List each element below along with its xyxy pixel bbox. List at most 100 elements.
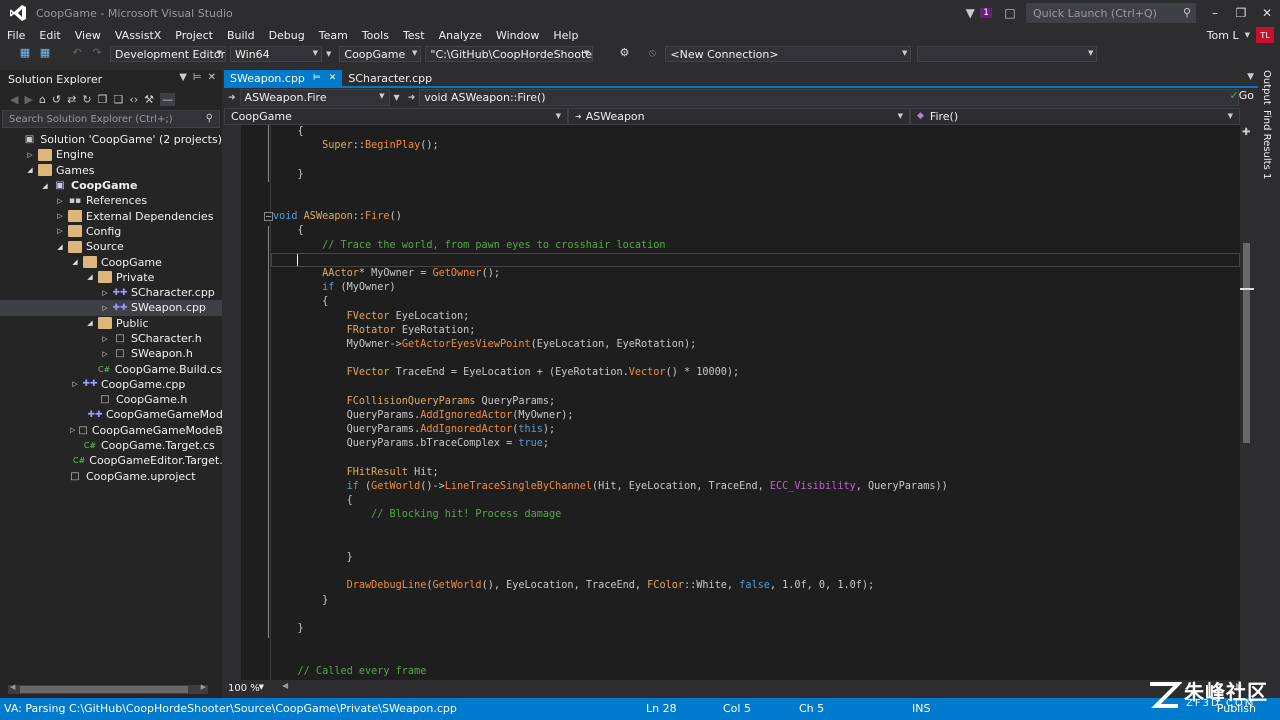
close-icon[interactable]: ✕ <box>208 72 216 83</box>
tree-item[interactable]: ▷ ▪▪ References <box>0 193 222 208</box>
code-editor[interactable]: { Super::BeginPlay(); } void ASWeapon::Fi… <box>224 125 1240 680</box>
collapse-arrow-icon[interactable]: ◢ <box>85 273 95 281</box>
va-definition-dropdown[interactable]: void ASWeapon::Fire() <box>419 89 1240 106</box>
tree-item[interactable]: ▷ □ CoopGameGameModeBa <box>0 423 222 438</box>
tree-item[interactable]: □ CoopGame.uproject <box>0 469 222 484</box>
collapse-arrow-icon[interactable]: ◢ <box>85 319 95 327</box>
collapse-arrow-icon[interactable]: ◢ <box>70 258 80 266</box>
va-go-button[interactable]: ✓Go <box>1230 89 1254 102</box>
tree-item[interactable]: ◢ Public <box>0 316 222 331</box>
minimize-button[interactable]: – <box>1202 6 1228 20</box>
gear-icon[interactable]: ⚙ <box>615 46 633 62</box>
pin-icon[interactable]: ⊨ <box>313 73 321 83</box>
menu-test[interactable]: Test <box>396 29 432 42</box>
collapse-arrow-icon[interactable]: ◢ <box>55 243 65 251</box>
toolbar-overflow-icon[interactable]: ▼ <box>326 50 331 58</box>
tree-item[interactable]: C# CoopGame.Build.cs <box>0 361 222 376</box>
horizontal-scrollbar[interactable]: ◀ ▶ <box>8 683 208 694</box>
tree-item[interactable]: ✚✚CoopGameGameModeBa <box>0 407 222 422</box>
refresh-icon[interactable]: ↻ <box>82 93 91 106</box>
tab-find-results[interactable]: Find Results 1 <box>1261 110 1272 179</box>
view-code-icon[interactable]: ‹› <box>129 93 138 106</box>
tab-output[interactable]: Output <box>1261 70 1272 105</box>
expand-arrow-icon[interactable]: ▷ <box>55 212 65 220</box>
expand-arrow-icon[interactable]: ▷ <box>55 197 65 205</box>
command-arguments-dropdown[interactable]: "C:\GitHub\CoopHordeShooter\Co ▼ <box>425 46 594 62</box>
user-name[interactable]: Tom L <box>1207 29 1239 42</box>
nav-project-dropdown[interactable]: CoopGame ▼ <box>224 107 568 125</box>
save-all-icon[interactable]: ▦ <box>36 46 54 62</box>
undo-icon[interactable]: ↶ <box>68 46 86 62</box>
pin-icon[interactable]: ⊨ <box>193 72 202 83</box>
tree-item[interactable]: ◢ ▣ CoopGame <box>0 178 222 193</box>
scroll-right-icon[interactable]: ▶ <box>201 683 206 691</box>
startup-project-dropdown[interactable]: CoopGame ▼ <box>339 46 422 62</box>
expand-arrow-icon[interactable]: ▷ <box>100 350 110 358</box>
chevron-down-icon[interactable]: ▼ <box>1247 72 1254 82</box>
menu-tools[interactable]: Tools <box>355 29 396 42</box>
tree-item[interactable]: C# CoopGame.Target.cs <box>0 438 222 453</box>
solution-explorer-search-input[interactable]: Search Solution Explorer (Ctrl+;) ⚲ <box>2 110 220 128</box>
expand-arrow-icon[interactable]: ▷ <box>100 289 110 297</box>
tab-sweapon-cpp[interactable]: SWeapon.cpp ⊨ ✕ <box>224 70 343 86</box>
disconnect-icon[interactable]: ⦸ <box>643 46 661 62</box>
tree-item[interactable]: ▷ ✚✚ SCharacter.cpp <box>0 285 222 300</box>
expand-arrow-icon[interactable]: ▷ <box>100 304 110 312</box>
tree-item[interactable]: ▷ Config <box>0 224 222 239</box>
split-window-icon[interactable]: ✚ <box>1242 127 1250 138</box>
tree-item[interactable]: ▷ □ SCharacter.h <box>0 331 222 346</box>
tree-item[interactable]: ▷ ✚✚ CoopGame.cpp <box>0 377 222 392</box>
tree-item[interactable]: ▷ ✚✚ SWeapon.cpp <box>0 300 222 316</box>
menu-view[interactable]: View <box>68 29 108 42</box>
chevron-down-icon[interactable]: ▼ <box>394 93 400 102</box>
expand-arrow-icon[interactable]: ▷ <box>70 426 75 434</box>
menu-debug[interactable]: Debug <box>262 29 312 42</box>
collapse-arrow-icon[interactable]: ◢ <box>40 182 50 190</box>
connection-dropdown[interactable]: <New Connection> ▼ <box>665 46 912 62</box>
forward-icon[interactable]: ▶ <box>24 93 32 106</box>
tree-item[interactable]: ◢ Games <box>0 163 222 178</box>
collapse-region-icon[interactable]: − <box>264 212 273 222</box>
menu-team[interactable]: Team <box>312 29 355 42</box>
back-icon[interactable]: ◀ <box>10 93 18 106</box>
indicator-margin[interactable] <box>224 125 241 680</box>
scroll-left-icon[interactable]: ◀ <box>282 681 288 690</box>
nav-member-dropdown[interactable]: ◆ Fire() ▼ <box>910 107 1240 125</box>
scroll-left-icon[interactable]: ◀ <box>10 683 15 691</box>
feedback-filter-icon[interactable]: ▼ <box>960 6 980 20</box>
collapse-all-icon[interactable]: ❐ <box>98 93 108 106</box>
scrollbar-thumb[interactable] <box>1243 243 1250 443</box>
history-icon[interactable]: ↺ <box>52 93 61 106</box>
solution-platform-dropdown[interactable]: Win64 ▼ <box>230 46 322 62</box>
properties-icon[interactable]: ⚒ <box>144 93 154 106</box>
tree-item[interactable]: ◢ Private <box>0 270 222 285</box>
avatar[interactable]: TL <box>1256 27 1274 43</box>
search-icon[interactable]: ⚲ <box>1183 6 1191 19</box>
chevron-down-icon[interactable]: ▼ <box>179 72 187 83</box>
tree-item[interactable]: ▷ External Dependencies <box>0 208 222 223</box>
tree-item[interactable]: ◢ CoopGame <box>0 254 222 269</box>
menu-vassistx[interactable]: VAssistX <box>108 29 168 42</box>
menu-file[interactable]: File <box>0 29 32 42</box>
redo-icon[interactable]: ↷ <box>88 46 106 62</box>
menu-edit[interactable]: Edit <box>32 29 67 42</box>
tree-item[interactable]: ◢ Source <box>0 239 222 254</box>
tree-item[interactable]: □ CoopGame.h <box>0 392 222 407</box>
tree-item[interactable]: ▣ Solution 'CoopGame' (2 projects) <box>0 132 222 147</box>
collapse-arrow-icon[interactable]: ◢ <box>25 166 35 174</box>
close-button[interactable]: ✕ <box>1254 6 1280 20</box>
tab-scharacter-cpp[interactable]: SCharacter.cpp <box>342 70 438 86</box>
menu-project[interactable]: Project <box>168 29 220 42</box>
tree-item[interactable]: C# CoopGameEditor.Target.cs <box>0 453 222 468</box>
solution-configuration-dropdown[interactable]: Development Editor ▼ <box>110 46 226 62</box>
save-icon[interactable]: ▦ <box>16 46 34 62</box>
chevron-down-icon[interactable]: ▼ <box>1245 31 1250 39</box>
quick-launch-input[interactable]: Quick Launch (Ctrl+Q) ⚲ <box>1026 3 1196 23</box>
notification-badge[interactable]: 1 <box>980 8 992 18</box>
tree-item[interactable]: ▷ Engine <box>0 147 222 162</box>
restore-button[interactable]: ❐ <box>1228 6 1254 20</box>
menu-build[interactable]: Build <box>220 29 262 42</box>
quick-launch-icon[interactable]: □ <box>1000 6 1020 20</box>
nav-class-dropdown[interactable]: ➜ ASWeapon ▼ <box>568 107 910 125</box>
sync-icon[interactable]: ⇄ <box>67 93 76 106</box>
